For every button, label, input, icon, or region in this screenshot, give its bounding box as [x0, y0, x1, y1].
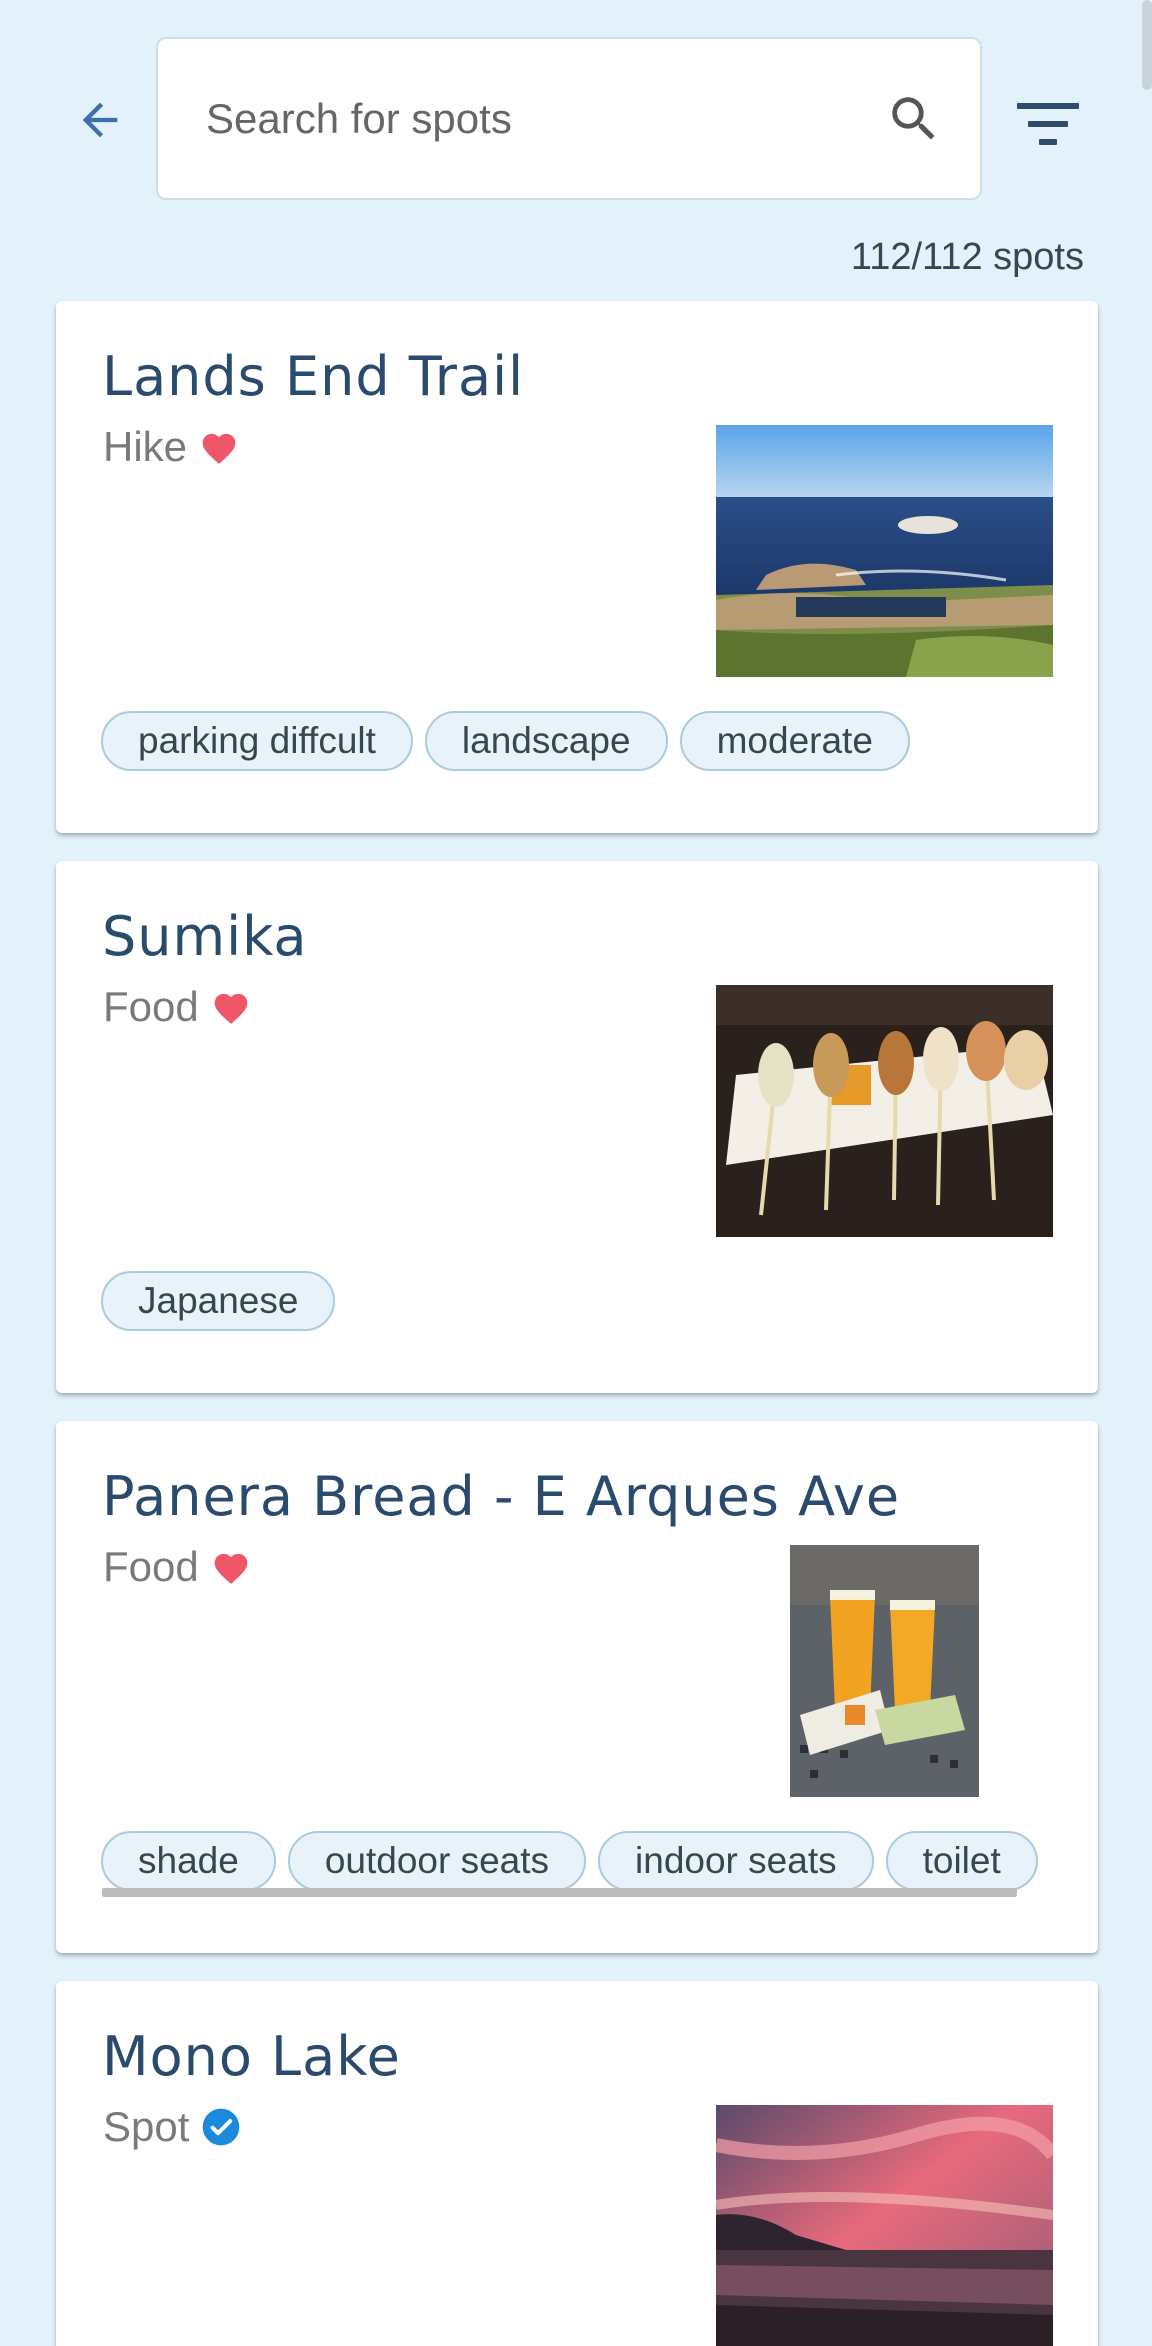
heart-icon — [214, 993, 248, 1024]
filter-button[interactable] — [1010, 90, 1086, 158]
spot-card[interactable]: Sumika Food Japanese — [56, 861, 1098, 1393]
arrow-left-icon — [82, 102, 118, 138]
spot-photo[interactable] — [790, 1545, 979, 1797]
tag-list-scrollbar[interactable] — [102, 1888, 1017, 1897]
spot-photo[interactable] — [716, 2105, 1053, 2346]
card-category: Spot — [103, 2103, 241, 2151]
tag-chip[interactable]: outdoor seats — [287, 1831, 587, 1891]
page-scrollbar[interactable] — [1142, 0, 1152, 90]
heart-icon — [214, 1553, 248, 1584]
back-button[interactable] — [64, 88, 136, 152]
result-count: 112/112 spots — [850, 236, 1084, 278]
tag-chip[interactable]: toilet — [885, 1831, 1038, 1891]
tag-chip[interactable]: indoor seats — [598, 1831, 874, 1891]
search-box[interactable] — [156, 37, 982, 200]
category-label: Spot — [103, 2103, 190, 2150]
tag-list[interactable]: Japanese — [101, 1271, 1054, 1335]
tag-chip[interactable]: shade — [101, 1831, 276, 1891]
spot-card[interactable]: Panera Bread - E Arques Ave Food shade o… — [56, 1421, 1098, 1953]
heart-icon — [202, 433, 236, 464]
tag-chip[interactable]: landscape — [424, 711, 668, 771]
tag-chip[interactable]: moderate — [679, 711, 910, 771]
spot-card[interactable]: Mono Lake Spot — [56, 1981, 1098, 2346]
card-category: Hike — [103, 423, 239, 471]
category-label: Food — [103, 1543, 199, 1590]
spot-photo[interactable] — [716, 985, 1053, 1237]
spot-photo[interactable] — [716, 425, 1053, 677]
card-title: Lands End Trail — [102, 345, 525, 408]
tag-chip[interactable]: parking diffcult — [101, 711, 413, 771]
card-category: Food — [103, 1543, 251, 1591]
category-label: Food — [103, 983, 199, 1030]
search-input[interactable] — [206, 94, 884, 143]
card-title: Sumika — [102, 905, 308, 968]
tag-list[interactable]: shade outdoor seats indoor seats toilet — [101, 1831, 1054, 1895]
verified-icon — [203, 2108, 240, 2146]
spot-card[interactable]: Lands End Trail Hike parking diffcult la… — [56, 301, 1098, 833]
spots-list-page: 112/112 spots Lands End Trail Hike — [0, 0, 1152, 2346]
filter-icon — [1017, 103, 1079, 145]
card-title: Panera Bread - E Arques Ave — [102, 1465, 901, 1528]
search-icon[interactable] — [884, 89, 944, 149]
category-label: Hike — [103, 423, 188, 470]
card-title: Mono Lake — [102, 2025, 401, 2088]
tag-list[interactable]: parking diffcult landscape moderate — [101, 711, 1054, 775]
card-category: Food — [103, 983, 251, 1031]
tag-chip[interactable]: Japanese — [101, 1271, 336, 1331]
